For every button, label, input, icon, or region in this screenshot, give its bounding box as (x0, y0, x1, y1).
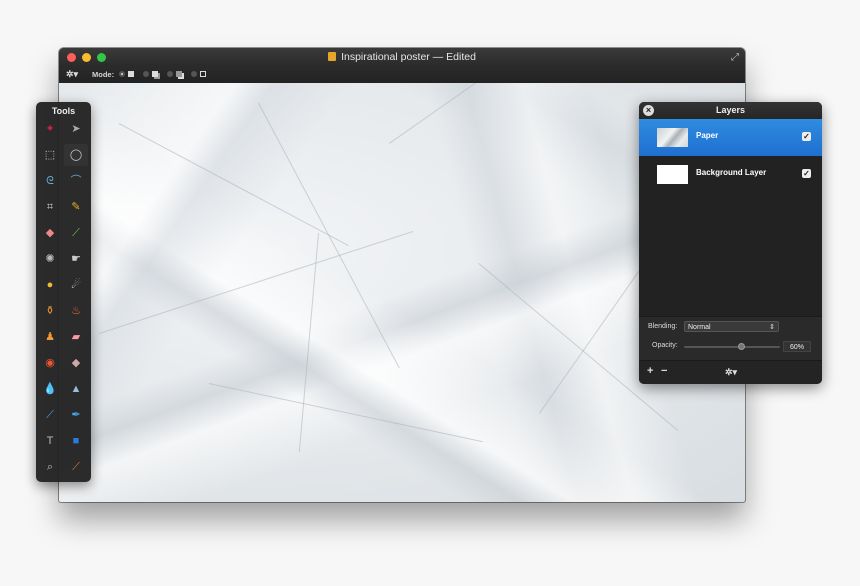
blending-label: Blending: (648, 323, 678, 330)
sponge-icon[interactable]: ● (38, 274, 62, 296)
tools-panel: Tools ✦ ➤ ⬚ ◯ ᘓ ⌒ ⌗ ✎ ◆ ⟋ ✺ ☛ ● ☄ ⚱ ♨ ♟ … (36, 102, 91, 482)
zoom-icon[interactable]: ⌕ (38, 456, 62, 478)
paper-crease (539, 249, 655, 414)
mode-1-icon (128, 71, 134, 77)
mode-3-icon (176, 71, 182, 77)
fullscreen-icon[interactable]: ⤢ (731, 52, 739, 63)
eraser-icon[interactable]: ◆ (38, 222, 62, 244)
mode-option-4[interactable] (191, 70, 209, 79)
opacity-label: Opacity: (652, 342, 678, 349)
window-title: Inspirational poster — Edited (59, 51, 745, 63)
pen-icon[interactable]: ⟋ (38, 404, 62, 426)
text-icon[interactable]: T (38, 430, 62, 452)
layer-visibility-checkbox[interactable]: ✓ (802, 169, 811, 178)
lasso-icon[interactable]: ᘓ (38, 170, 62, 192)
radio-icon (143, 71, 149, 77)
mode-4-icon (200, 71, 206, 77)
layers-panel-title: Layers (715, 105, 746, 115)
mode-2-icon (152, 71, 158, 77)
layers-panel-header: × Layers (639, 102, 822, 119)
remove-layer-button[interactable]: − (661, 365, 667, 377)
mode-option-2[interactable] (143, 70, 161, 79)
clone-stamp-icon[interactable]: ♟ (38, 326, 62, 348)
document-icon (328, 52, 337, 61)
paper-crease (208, 383, 483, 443)
add-layer-button[interactable]: + (647, 365, 653, 377)
layer-name: Background Layer (696, 168, 767, 177)
crop-icon[interactable]: ⌗ (38, 196, 62, 218)
paper-crease (118, 123, 349, 246)
title-bar[interactable]: Inspirational poster — Edited ⤢ (59, 48, 745, 67)
window-title-name: Inspirational poster (341, 51, 430, 63)
vector-pen-icon[interactable]: ✒ (64, 404, 88, 426)
paper-crease (258, 103, 400, 369)
brush-icon[interactable]: ⟋ (64, 222, 88, 244)
layer-row-paper[interactable]: Paper ✓ (639, 119, 822, 156)
blur-eraser-icon[interactable]: ◆ (64, 352, 88, 374)
mode-option-3[interactable] (167, 70, 185, 79)
opacity-slider-knob[interactable] (738, 343, 746, 350)
layer-row-background[interactable]: Background Layer ✓ (639, 156, 822, 193)
mode-option-1[interactable] (119, 70, 137, 79)
layer-name: Paper (696, 131, 719, 140)
shape-icon[interactable]: ■ (64, 430, 88, 452)
radio-icon (191, 71, 197, 77)
layers-panel-footer: + − ✲▾ (639, 360, 822, 384)
layers-panel: × Layers Paper ✓ Background Layer ✓ Blen… (639, 102, 822, 384)
smudge-icon[interactable]: ☛ (64, 248, 88, 270)
window-title-status: Edited (446, 51, 476, 63)
stepper-arrows-icon: ⇕ (769, 324, 775, 331)
ellipse-select-icon[interactable]: ◯ (64, 144, 88, 166)
gear-icon[interactable]: ✲▾ (725, 367, 737, 378)
tools-panel-title: Tools (51, 106, 76, 116)
mode-label: Mode: (92, 70, 115, 79)
paint-bucket-icon[interactable]: ⚱ (38, 300, 62, 322)
dodge-icon[interactable]: ☄ (64, 274, 88, 296)
opacity-slider[interactable] (684, 346, 780, 348)
opacity-value[interactable]: 60% (783, 341, 811, 352)
toolbar: ✲▾ Mode: (59, 67, 745, 84)
burn-icon[interactable]: ♨ (64, 300, 88, 322)
blending-value: Normal (688, 324, 711, 331)
layer-thumbnail (657, 128, 688, 147)
radio-icon (167, 71, 173, 77)
blending-select[interactable]: Normal ⇕ (684, 321, 779, 332)
radio-icon (119, 71, 125, 77)
eyedropper-icon[interactable]: ⟋ (64, 456, 88, 478)
sharpen-icon[interactable]: ✺ (38, 248, 62, 270)
red-eye-icon[interactable]: ◉ (38, 352, 62, 374)
layer-properties: Blending: Normal ⇕ Opacity: 60% (639, 316, 822, 361)
polygon-lasso-icon[interactable]: ⌒ (64, 170, 88, 192)
move-arrow-icon[interactable]: ➤ (64, 118, 88, 140)
magic-wand-icon[interactable]: ✦ (38, 118, 62, 140)
paper-crease (389, 83, 619, 144)
layer-thumbnail (657, 165, 688, 184)
layer-visibility-checkbox[interactable]: ✓ (802, 132, 811, 141)
pencil-icon[interactable]: ✎ (64, 196, 88, 218)
water-drop-icon[interactable]: 💧 (38, 378, 62, 400)
cone-icon[interactable]: ▲ (64, 378, 88, 400)
heal-bandage-icon[interactable]: ▰ (64, 326, 88, 348)
rect-select-icon[interactable]: ⬚ (38, 144, 62, 166)
paper-crease (99, 231, 414, 334)
window-title-separator: — (432, 51, 444, 63)
gear-icon[interactable]: ✲▾ (66, 69, 78, 80)
